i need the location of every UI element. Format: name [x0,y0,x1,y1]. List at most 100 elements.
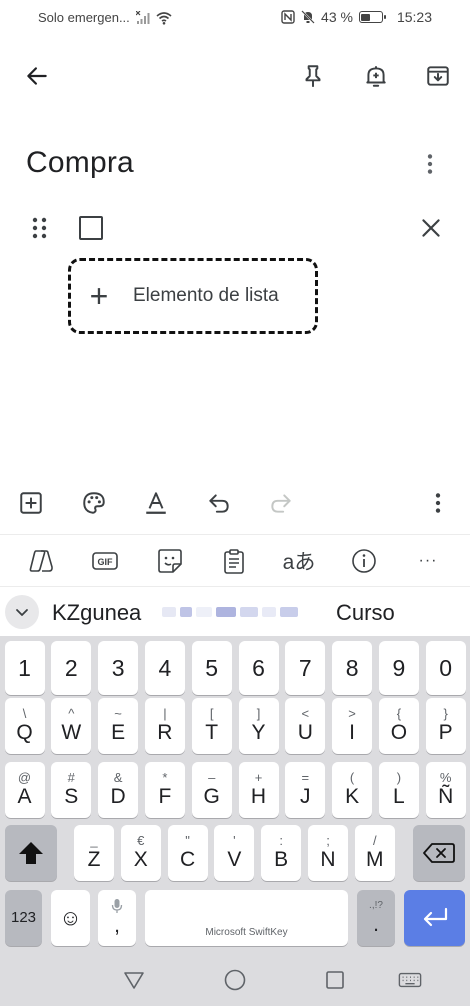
key-ñ[interactable]: % Ñ [425,762,466,818]
sticker-icon [158,549,182,573]
key-m-label: M [366,848,384,871]
copilot-icon [29,550,53,572]
clipboard-button[interactable] [212,539,256,583]
key-s-secondary: # [67,770,75,785]
nav-home-button[interactable] [213,958,257,1002]
keyboard: 1234567890 \ Q ^ W ~ E | R[T] Y < U > I{O} P @ A # S & D * F… [0,636,470,958]
key-j-label: J [300,785,311,808]
key-v[interactable]: ' V [214,825,255,881]
text-format-button[interactable] [134,481,178,525]
key-i-secondary: > [348,706,356,721]
key-u[interactable]: < U [285,698,326,754]
key-9[interactable]: 9 [378,641,419,695]
shift-key[interactable] [5,825,57,881]
key-p[interactable]: } P [425,698,466,754]
reminder-button[interactable] [354,54,398,98]
key-7[interactable]: 7 [285,641,326,695]
key-2[interactable]: 2 [51,641,92,695]
pin-button[interactable] [291,54,335,98]
key-4-label: 4 [158,655,172,681]
more-tools-button[interactable]: ··· [406,539,450,583]
key-b[interactable]: :B [261,825,302,881]
list-item-checkbox[interactable] [79,216,103,240]
key-a[interactable]: @ A [4,762,45,818]
suggestion-right[interactable]: Curso [336,600,395,626]
back-button[interactable] [15,54,59,98]
key-1[interactable]: 1 [4,641,45,695]
key-s[interactable]: # S [51,762,92,818]
redo-button[interactable] [259,481,303,525]
numbers-key-label: 123 [10,909,37,926]
sticker-button[interactable] [148,539,192,583]
key-w-label: W [61,721,82,744]
key-x-secondary: € [137,833,145,848]
add-list-item-button[interactable]: + Elemento de lista [68,258,318,334]
key-o[interactable]: {O [378,698,419,754]
note-app-bar [0,48,470,104]
backspace-key[interactable] [413,825,465,881]
key-h[interactable]: + H [238,762,279,818]
key-6[interactable]: 6 [238,641,279,695]
key-d[interactable]: & D [98,762,139,818]
key-i[interactable]: > I [332,698,373,754]
period-key[interactable]: .,!? . [357,890,395,946]
key-0[interactable]: 0 [425,641,466,695]
key-y[interactable]: ] Y [238,698,279,754]
key-8[interactable]: 8 [332,641,373,695]
backspace-icon [423,843,455,863]
key-7-label: 7 [298,655,312,681]
key-3[interactable]: 3 [98,641,139,695]
note-more-button[interactable] [408,142,452,186]
key-p-label: P [438,721,453,744]
key-t[interactable]: [T [191,698,232,754]
emoji-key[interactable]: ☺ [51,890,90,946]
archive-icon [427,66,449,86]
drag-handle-icon[interactable] [28,214,52,242]
key-l[interactable]: ) L [378,762,419,818]
keyboard-icon [398,972,422,988]
space-key[interactable]: Microsoft SwiftKey [145,890,348,946]
background-options-button[interactable] [72,481,116,525]
no-signal-icon [135,10,150,24]
key-x[interactable]: € X [120,825,161,881]
gif-button[interactable]: GIF [83,539,127,583]
key-4[interactable]: 4 [144,641,185,695]
key-5[interactable]: 5 [191,641,232,695]
key-m[interactable]: / M [354,825,395,881]
key-j-secondary: = [301,770,310,785]
keyboard-switch-button[interactable] [388,958,432,1002]
redo-icon [271,494,291,513]
info-button[interactable] [342,539,386,583]
key-8-label: 8 [345,655,359,681]
key-z[interactable]: _ Z [74,825,114,881]
enter-key[interactable] [404,890,465,946]
nav-back-button[interactable] [112,958,156,1002]
key-f[interactable]: * F [144,762,185,818]
numbers-key[interactable]: 123 [5,890,42,946]
copilot-button[interactable] [19,539,63,583]
key-e[interactable]: ~ E [98,698,139,754]
key-c[interactable]: " C [167,825,208,881]
add-content-button[interactable] [9,481,53,525]
key-k[interactable]: (K [332,762,373,818]
add-list-item-label: Elemento de lista [133,285,279,306]
key-g[interactable]: – G [191,762,232,818]
suggestion-middle-redacted[interactable] [162,605,310,619]
key-w[interactable]: ^ W [51,698,92,754]
key-q[interactable]: \ Q [4,698,45,754]
note-title[interactable]: Compra [26,146,134,180]
chevron-down-icon [16,609,28,616]
translate-button[interactable]: aあ [277,539,321,583]
key-r[interactable]: | R [144,698,185,754]
key-j[interactable]: = J [285,762,326,818]
suggestion-left[interactable]: KZgunea [52,600,141,626]
collapse-toolbar-button[interactable] [5,595,39,629]
delete-item-button[interactable] [409,206,453,250]
comma-key[interactable]: , [98,890,136,946]
archive-button[interactable] [416,54,460,98]
key-n[interactable]: ; N [308,825,348,881]
more-actions-button[interactable] [416,481,460,525]
nav-recents-button[interactable] [313,958,357,1002]
undo-button[interactable] [197,481,241,525]
key-r-label: R [157,721,173,744]
